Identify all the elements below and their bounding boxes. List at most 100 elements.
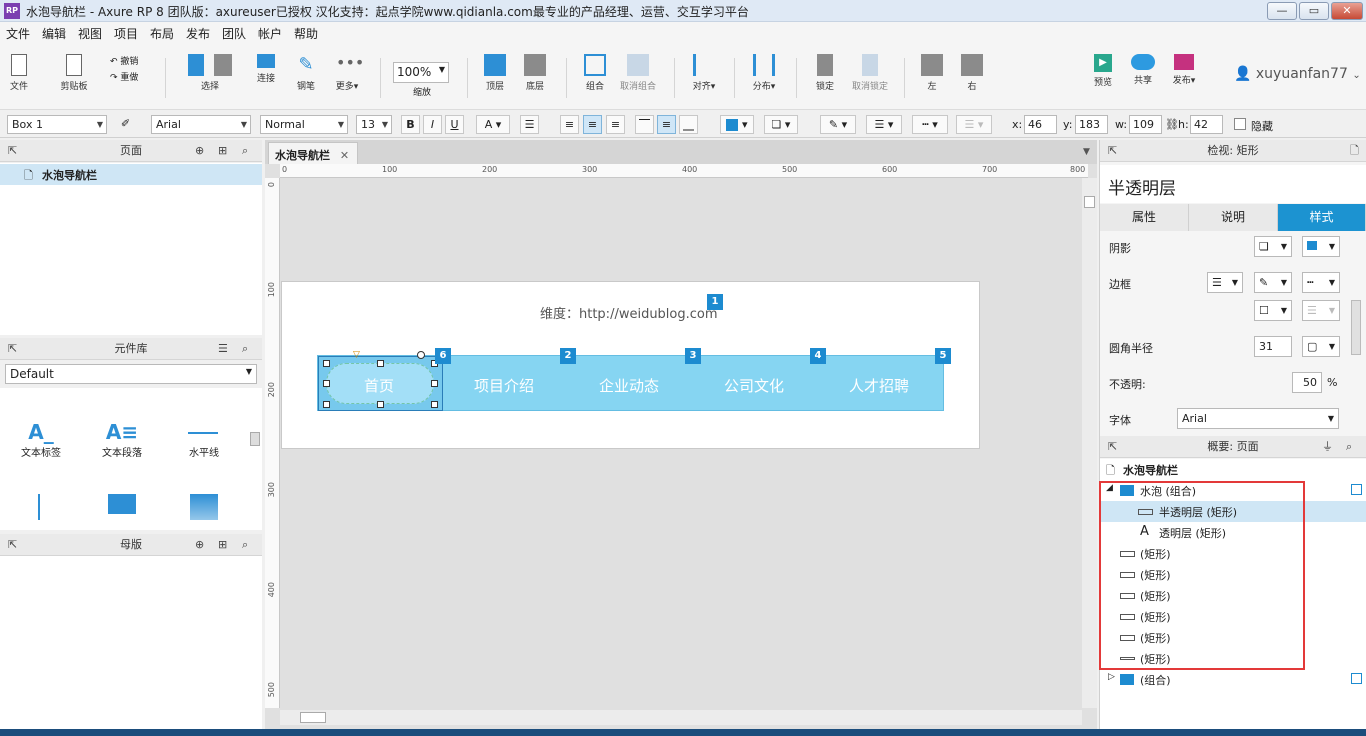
widget-name-field[interactable]: 半透明层 [1100,165,1366,203]
tab-menu-icon[interactable]: ▼ [1083,147,1090,157]
preview-button[interactable]: ▶ 预览 [1091,54,1115,88]
clipboard-button[interactable]: 剪贴板 [56,54,92,92]
align-text-right-button[interactable]: ≡ [606,115,625,134]
italic-button[interactable]: I [423,115,442,134]
menu-project[interactable]: 项目 [114,25,138,42]
arrow-style-button[interactable]: ☰ ▾ [956,115,992,134]
page-icon[interactable]: 🗋 [1350,140,1359,161]
left-panel-toggle[interactable]: 左 [920,54,944,92]
menu-icon[interactable]: ☰ [218,338,228,359]
font-size-select[interactable]: 13 ▼ [356,115,392,134]
search-icon[interactable]: ⌕ [242,338,248,359]
tab-notes[interactable]: 说明 [1189,204,1278,231]
arrow-style-select[interactable]: ☰ ▼ [1302,300,1340,321]
lock-button[interactable]: 锁定 [813,54,837,92]
widget-name-select[interactable]: Box 1 ▼ [7,115,107,134]
search-icon[interactable]: ⌕ [242,534,248,555]
vertical-line-icon[interactable] [38,494,40,520]
distribute-button[interactable]: 分布▾ [749,54,779,92]
add-folder-icon[interactable]: ⊞ [218,140,227,161]
nav-item-news[interactable]: 企业动态 [599,375,659,396]
opacity-input[interactable]: 50 [1292,372,1322,393]
shadow-button[interactable]: ❏ ▾ [764,115,798,134]
resize-handle[interactable] [323,360,330,367]
rotate-handle-icon[interactable] [417,351,425,359]
resize-handle[interactable] [377,401,384,408]
menu-file[interactable]: 文件 [6,25,30,42]
add-folder-icon[interactable]: ⊞ [218,534,227,555]
visibility-toggle-icon[interactable] [1351,673,1362,684]
hotspot-icon[interactable] [108,494,136,514]
tab-page[interactable]: 水泡导航栏 ✕ [268,142,358,164]
widget-text-paragraph[interactable]: A≡ 文本段落 [98,420,146,459]
library-scrollbar[interactable] [250,432,260,446]
border-visibility-select[interactable]: ☐ ▼ [1254,300,1292,321]
search-icon[interactable]: ⌕ [242,140,248,161]
zoom-select[interactable]: 100% ▼ [393,62,449,83]
collapse-icon[interactable]: ⇱ [8,534,17,555]
width-input[interactable]: 109 [1129,115,1162,134]
select-button[interactable]: 选择 [180,54,240,92]
tab-style[interactable]: 样式 [1278,204,1366,231]
format-painter-icon[interactable]: ✐ [116,115,135,134]
font-style-select[interactable]: Normal ▼ [260,115,348,134]
menu-publish[interactable]: 发布 [186,25,210,42]
height-input[interactable]: 42 [1190,115,1223,134]
text-color-button[interactable]: A ▾ [476,115,510,134]
border-color-select[interactable]: ✎ ▼ [1254,272,1292,293]
menu-help[interactable]: 帮助 [294,25,318,42]
search-icon[interactable]: ⌕ [1346,436,1352,457]
border-pattern-select[interactable]: ┅ ▼ [1302,272,1340,293]
align-text-center-button[interactable]: ≡ [583,115,602,134]
group-button[interactable]: 组合 [583,54,607,92]
nav-item-home[interactable]: 首页 [364,375,394,396]
collapse-icon[interactable]: ⇱ [8,140,17,161]
bold-button[interactable]: B [401,115,420,134]
add-master-icon[interactable]: ⊕ [195,534,204,555]
outer-shadow-select[interactable]: ❏ ▼ [1254,236,1292,257]
right-panel-toggle[interactable]: 右 [960,54,984,92]
ungroup-button[interactable]: 取消组合 [618,54,658,92]
line-pattern-button[interactable]: ┅ ▾ [912,115,948,134]
inspector-scrollbar[interactable] [1351,300,1361,355]
maximize-button[interactable]: ▭ [1299,2,1329,20]
border-width-select[interactable]: ☰ ▼ [1207,272,1243,293]
corner-visibility-select[interactable]: ▢ ▼ [1302,336,1340,357]
outline-group-row[interactable]: ▷ (组合) [1100,669,1366,690]
fill-color-button[interactable]: ▾ [720,115,754,134]
unlock-button[interactable]: 取消锁定 [850,54,890,92]
valign-middle-button[interactable]: ≡ [657,115,676,134]
resize-handle[interactable] [323,380,330,387]
corner-radius-input[interactable]: 31 [1254,336,1292,357]
nav-item-careers[interactable]: 人才招聘 [849,375,909,396]
align-button[interactable]: 对齐▾ [689,54,719,92]
resize-handle[interactable] [377,360,384,367]
valign-top-button[interactable]: ⎺ [635,115,654,134]
align-text-left-button[interactable]: ≡ [560,115,579,134]
collapse-arrow-icon[interactable]: ▷ [1108,672,1115,682]
credit-text[interactable]: 维度：http://weidublog.com [540,303,718,322]
collapse-icon[interactable]: ⇱ [8,338,17,359]
nav-item-culture[interactable]: 公司文化 [724,375,784,396]
canvas-vertical-scrollbar[interactable] [1082,178,1097,708]
menu-account[interactable]: 帐户 [258,25,282,42]
font-family-select[interactable]: Arial ▼ [151,115,251,134]
underline-button[interactable]: U [445,115,464,134]
line-color-button[interactable]: ✎ ▾ [820,115,856,134]
connect-button[interactable]: 连接 [254,54,278,84]
bring-to-front-button[interactable]: 顶层 [483,54,507,92]
inner-shadow-select[interactable]: ▼ [1302,236,1340,257]
canvas-horizontal-scrollbar[interactable] [280,710,1082,725]
menu-edit[interactable]: 编辑 [42,25,66,42]
more-button[interactable]: ••• 更多▾ [333,54,365,93]
share-button[interactable]: 共享 [1130,54,1156,86]
tab-properties[interactable]: 属性 [1100,204,1189,231]
nav-item-projects[interactable]: 项目介绍 [474,375,534,396]
menu-team[interactable]: 团队 [222,25,246,42]
undo-button[interactable]: ↶ 撤销 [110,54,138,67]
inspector-font-select[interactable]: Arial ▼ [1177,408,1339,429]
hidden-checkbox[interactable] [1234,118,1246,130]
widget-horizontal-line[interactable]: 水平线 [182,420,226,459]
close-button[interactable]: ✕ [1331,2,1363,20]
resize-handle[interactable] [323,401,330,408]
